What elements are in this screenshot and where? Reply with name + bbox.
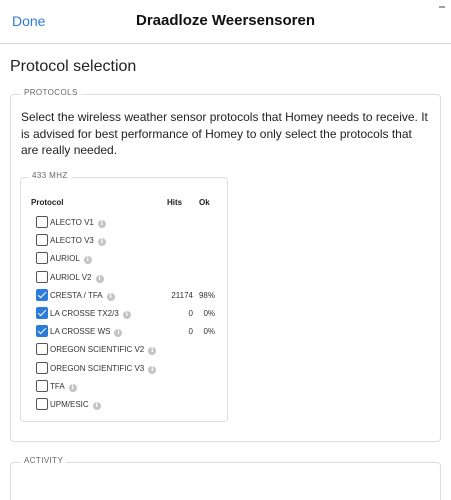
protocol-row: LA CROSSE WS i 0 0% [21, 324, 227, 342]
protocol-label: TFA [50, 381, 65, 391]
protocol-name: OREGON SCIENTIFIC V3 i [50, 363, 157, 374]
protocol-checkbox[interactable] [36, 234, 48, 247]
protocol-name: AURIOL V2 i [50, 273, 104, 283]
protocol-checkbox[interactable] [36, 288, 48, 301]
column-protocol: Protocol [31, 198, 64, 207]
info-icon[interactable]: i [83, 256, 92, 265]
protocol-name: CRESTA / TFA i [50, 291, 115, 301]
info-icon[interactable]: i [148, 365, 157, 374]
protocol-row: UPM/ESIC i [21, 397, 227, 415]
frequency-legend: 433 MHZ [29, 171, 71, 180]
protocol-checkbox[interactable] [36, 307, 48, 319]
protocol-label: OREGON SCIENTIFIC V2 [50, 345, 145, 355]
protocol-checkbox[interactable] [36, 252, 48, 265]
info-icon[interactable]: i [97, 238, 106, 247]
protocol-name: OREGON SCIENTIFIC V2 i [50, 345, 157, 356]
info-icon[interactable]: i [122, 311, 131, 319]
protocol-label: ALECTO V3 [50, 236, 94, 246]
info-icon[interactable]: i [95, 274, 104, 283]
protocol-row: TFA i [21, 379, 227, 397]
protocol-row: ALECTO V1 i [21, 215, 227, 233]
column-hits: Hits [167, 198, 183, 207]
protocol-name: ALECTO V3 i [50, 236, 106, 247]
info-icon[interactable]: i [92, 402, 101, 410]
protocol-row: OREGON SCIENTIFIC V2 i [21, 342, 227, 360]
protocol-label: AURIOL [50, 254, 80, 264]
protocol-checkbox[interactable] [36, 398, 48, 410]
protocol-hits: 0 [188, 327, 193, 337]
protocol-label: ALECTO V1 [50, 218, 94, 227]
activity-legend: ACTIVITY [21, 456, 67, 465]
protocol-checkbox[interactable] [36, 325, 48, 338]
protocol-row: LA CROSSE TX2/3 i 0 0% [21, 306, 227, 324]
info-icon[interactable]: i [68, 383, 77, 392]
protocol-checkbox[interactable] [36, 379, 48, 392]
protocol-checkbox[interactable] [36, 216, 48, 228]
info-icon[interactable]: i [114, 329, 123, 338]
protocol-checkbox[interactable] [36, 270, 48, 283]
main-content: Protocol selection PROTOCOLS Select the … [0, 44, 451, 500]
protocol-label: LA CROSSE TX2/3 [50, 309, 119, 318]
protocol-label: CRESTA / TFA [50, 290, 103, 300]
protocol-hits: 0 [188, 309, 193, 318]
top-bar: Done Draadloze Weersensoren [0, 0, 451, 44]
more-icon[interactable] [439, 6, 445, 14]
protocol-name: AURIOL i [50, 254, 92, 265]
frequency-group-433: 433 MHZ Protocol Hits Ok ALECTO V1 i ALECT… [20, 171, 228, 422]
protocol-name: TFA i [50, 382, 77, 392]
protocols-legend: PROTOCOLS [21, 88, 81, 97]
protocol-name: LA CROSSE WS i [50, 327, 123, 338]
info-icon[interactable]: i [148, 347, 157, 356]
protocols-description: Select the wireless weather sensor proto… [21, 110, 428, 157]
protocol-ok: 0% [203, 327, 215, 337]
protocol-label: AURIOL V2 [50, 272, 92, 282]
protocols-fieldset: PROTOCOLS Select the wireless weather se… [10, 88, 441, 442]
activity-fieldset: ACTIVITY [10, 456, 441, 500]
info-icon[interactable]: i [106, 292, 115, 301]
page-title: Draadloze Weersensoren [136, 12, 315, 29]
protocol-ok: 98% [198, 290, 215, 300]
protocol-row: CRESTA / TFA i 21174 98% [21, 288, 227, 306]
protocol-name: UPM/ESIC i [50, 400, 101, 410]
protocol-ok: 0% [203, 309, 215, 318]
protocol-row: AURIOL i [21, 251, 227, 269]
protocol-row: OREGON SCIENTIFIC V3 i [21, 361, 227, 379]
section-heading: Protocol selection [10, 58, 137, 75]
protocol-row: AURIOL V2 i [21, 270, 227, 288]
protocol-label: LA CROSSE WS [50, 327, 111, 337]
protocol-label: UPM/ESIC [50, 400, 89, 409]
protocol-checkbox[interactable] [36, 343, 48, 356]
protocol-label: OREGON SCIENTIFIC V3 [50, 363, 145, 373]
protocol-row: ALECTO V3 i [21, 233, 227, 251]
protocol-hits: 21174 [171, 290, 193, 300]
info-icon[interactable]: i [97, 220, 106, 228]
protocol-name: ALECTO V1 i [50, 218, 106, 228]
column-ok: Ok [199, 198, 210, 207]
protocol-checkbox[interactable] [36, 361, 48, 374]
protocol-name: LA CROSSE TX2/3 i [50, 309, 131, 319]
